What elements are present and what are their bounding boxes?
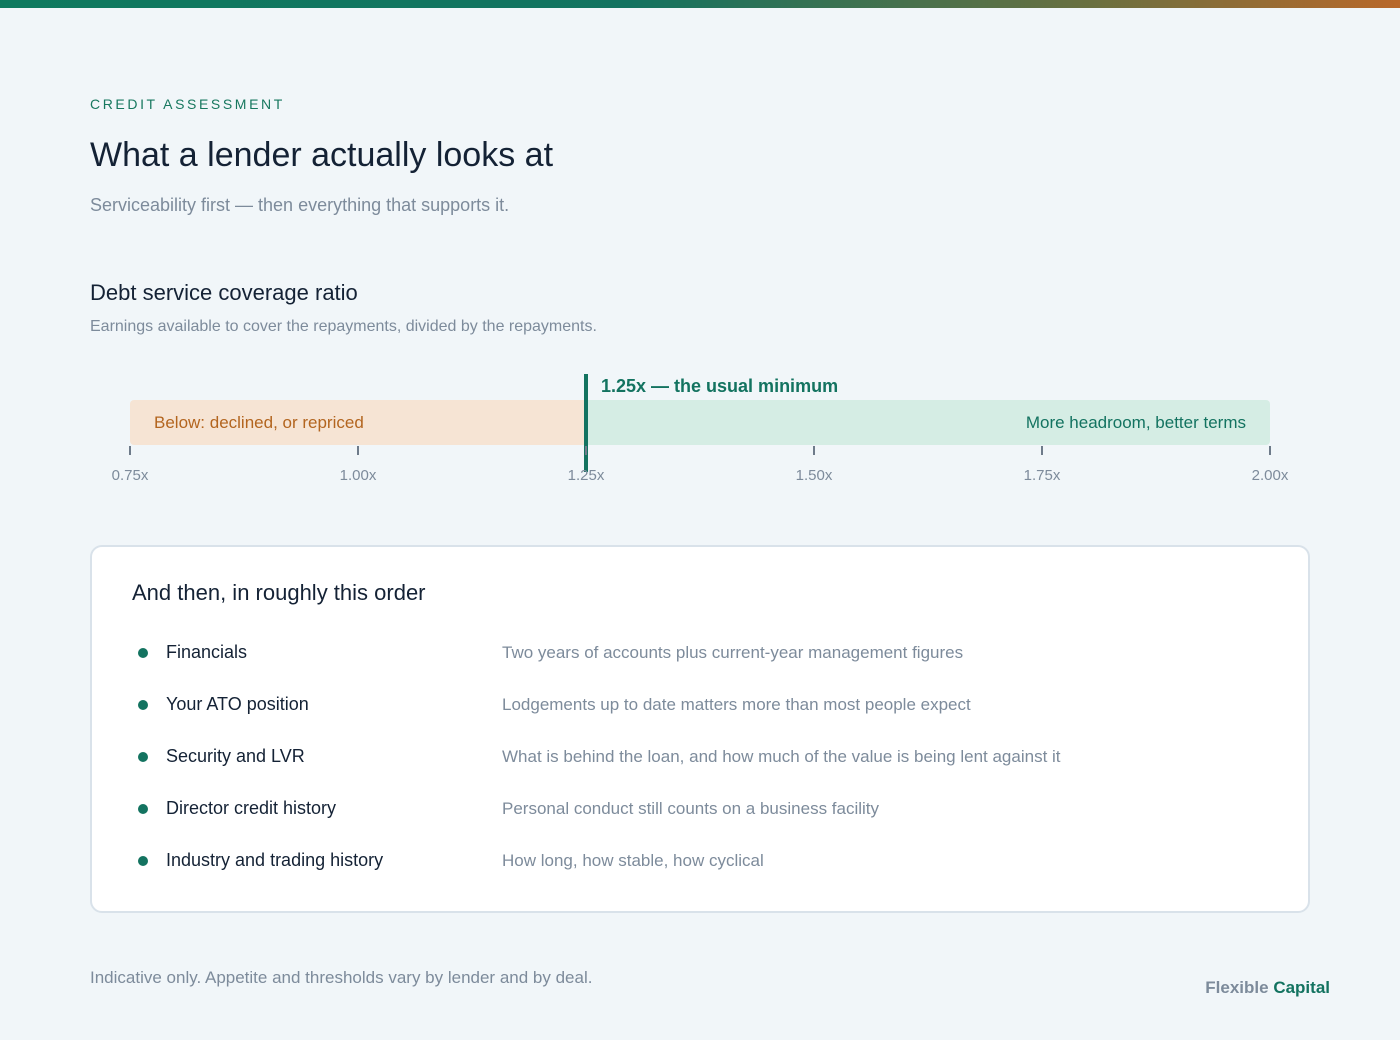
factor-name: Your ATO position xyxy=(166,694,309,714)
factor-description: Lodgements up to date matters more than … xyxy=(502,695,971,714)
dscr-scale: Below: declined, or repriced More headro… xyxy=(0,0,1400,500)
scale-tick-label: 1.50x xyxy=(795,467,833,484)
scale-tick-label: 1.00x xyxy=(339,467,377,484)
factor-name: Security and LVR xyxy=(166,746,305,766)
footnote: Indicative only. Appetite and thresholds… xyxy=(90,968,593,987)
scale-tick xyxy=(585,446,587,455)
factors-title: And then, in roughly this order xyxy=(132,580,426,605)
factor-row: Your ATO position Lodgements up to date m… xyxy=(92,690,1308,720)
factor-description: What is behind the loan, and how much of… xyxy=(502,747,1061,766)
scale-tick xyxy=(1041,446,1043,455)
factor-name: Director credit history xyxy=(166,798,337,818)
scale-tick-label: 2.00x xyxy=(1251,467,1289,484)
factor-description: How long, how stable, how cyclical xyxy=(502,851,764,870)
scale-tick-label: 0.75x xyxy=(111,467,149,484)
bullet-dot-icon xyxy=(138,752,148,762)
factors-card: And then, in roughly this order Financia… xyxy=(90,545,1310,913)
below-threshold-label: Below: declined, or repriced xyxy=(154,413,364,432)
factor-description: Personal conduct still counts on a busin… xyxy=(502,799,880,818)
factor-row: Financials Two years of accounts plus cur… xyxy=(92,638,1308,668)
threshold-marker xyxy=(584,374,588,472)
brand-name-part1: Flexible xyxy=(1205,978,1269,997)
brand-name-part2: Capital xyxy=(1273,978,1330,997)
brand-logo: Flexible Capital xyxy=(1205,978,1330,998)
above-threshold-label: More headroom, better terms xyxy=(1025,413,1246,432)
factor-row: Director credit history Personal conduct … xyxy=(92,794,1308,824)
scale-tick-label: 1.25x xyxy=(567,467,605,484)
scale-tick-label: 1.75x xyxy=(1023,467,1061,484)
bullet-dot-icon xyxy=(138,648,148,658)
scale-tick xyxy=(813,446,815,455)
bullet-dot-icon xyxy=(138,700,148,710)
scale-tick xyxy=(357,446,359,455)
factor-description: Two years of accounts plus current-year … xyxy=(502,643,964,662)
factor-row: Security and LVR What is behind the loan,… xyxy=(92,742,1308,772)
bullet-dot-icon xyxy=(138,856,148,866)
factor-row: Industry and trading history How long, ho… xyxy=(92,846,1308,876)
threshold-label: 1.25x — the usual minimum xyxy=(601,376,839,396)
bullet-dot-icon xyxy=(138,804,148,814)
factor-name: Financials xyxy=(166,642,248,662)
factor-name: Industry and trading history xyxy=(166,850,384,870)
scale-tick xyxy=(1269,446,1271,455)
scale-tick xyxy=(129,446,131,455)
